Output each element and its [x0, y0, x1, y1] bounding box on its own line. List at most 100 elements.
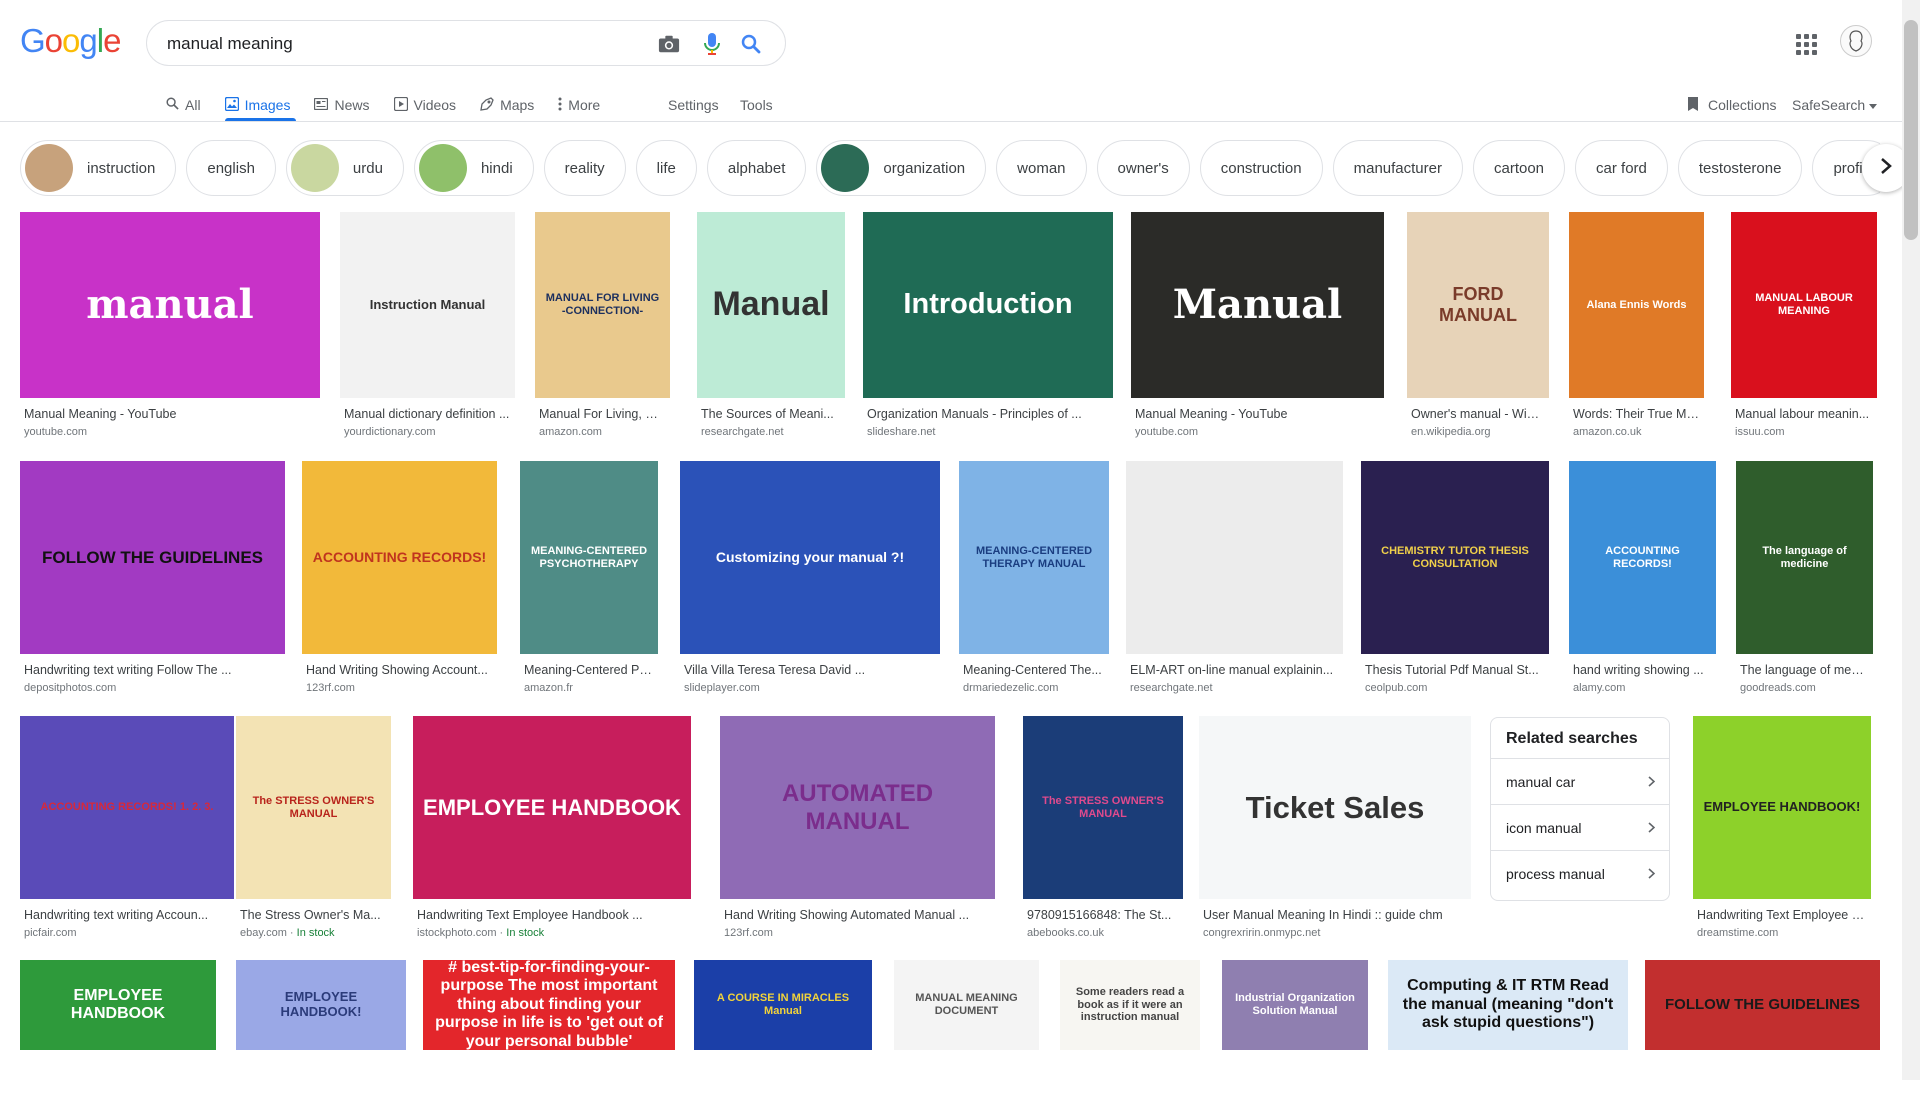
result-thumbnail[interactable]: FORD MANUAL: [1407, 212, 1549, 398]
chip-organization[interactable]: organization: [816, 140, 987, 196]
tab-news[interactable]: News: [314, 89, 381, 121]
result-thumbnail[interactable]: A COURSE IN MIRACLES Manual: [694, 960, 872, 1050]
image-result[interactable]: Ticket Sales User Manual Meaning In Hindi…: [1199, 716, 1471, 943]
microphone-icon[interactable]: [700, 32, 724, 56]
chip-alphabet[interactable]: alphabet: [706, 140, 807, 196]
image-result[interactable]: MANUAL MEANING DOCUMENT: [894, 960, 1039, 1094]
result-title[interactable]: ELM-ART on-line manual explainin...: [1130, 663, 1339, 677]
result-thumbnail[interactable]: EMPLOYEE HANDBOOK!: [236, 960, 406, 1050]
result-title[interactable]: Handwriting text writing Accoun...: [24, 908, 230, 922]
image-result[interactable]: AUTOMATED MANUAL Hand Writing Showing Aut…: [720, 716, 995, 943]
result-title[interactable]: The Sources of Meani...: [701, 407, 841, 421]
avatar[interactable]: [1840, 25, 1872, 57]
result-thumbnail[interactable]: Customizing your manual ?!: [680, 461, 940, 654]
result-thumbnail[interactable]: Manual: [697, 212, 845, 398]
chip-hindi[interactable]: hindi: [413, 140, 534, 196]
chip-instruction[interactable]: instruction: [20, 140, 177, 196]
tab-more[interactable]: More: [558, 89, 612, 121]
result-title[interactable]: The language of medi...: [1740, 663, 1869, 677]
search-input[interactable]: [167, 32, 627, 56]
image-result[interactable]: ACCOUNTING RECORDS! 1. 2. 3. Handwriting …: [20, 716, 234, 943]
image-result[interactable]: FOLLOW THE GUIDELINES: [1645, 960, 1880, 1094]
result-title[interactable]: User Manual Meaning In Hindi :: guide ch…: [1203, 908, 1467, 922]
google-logo[interactable]: Google: [20, 22, 121, 60]
result-thumbnail[interactable]: FOLLOW THE GUIDELINES: [1645, 960, 1880, 1050]
result-title[interactable]: Owner's manual - Wiki...: [1411, 407, 1545, 421]
image-result[interactable]: Customizing your manual ?! Villa Villa Te…: [680, 461, 940, 698]
image-result[interactable]: EMPLOYEE HANDBOOK Handwriting Text Employ…: [413, 716, 691, 943]
chip-urdu[interactable]: urdu: [285, 140, 404, 196]
image-result[interactable]: Some readers read a book as if it were a…: [1060, 960, 1200, 1094]
apps-grid-icon[interactable]: [1794, 32, 1818, 56]
result-thumbnail[interactable]: Manual: [1131, 212, 1384, 398]
result-thumbnail[interactable]: # best-tip-for-finding-your-purpose The …: [423, 960, 675, 1050]
result-thumbnail[interactable]: Introduction: [863, 212, 1113, 398]
result-title[interactable]: Meaning-Centered The...: [963, 663, 1105, 677]
result-thumbnail[interactable]: Instruction Manual: [340, 212, 515, 398]
result-title[interactable]: Manual dictionary definition ...: [344, 407, 511, 421]
image-result[interactable]: EMPLOYEE HANDBOOK!: [236, 960, 406, 1094]
image-result[interactable]: manual Manual Meaning - YouTube youtube.co…: [20, 212, 320, 442]
chip-owner-s[interactable]: owner's: [1096, 140, 1190, 196]
result-title[interactable]: The Stress Owner's Ma...: [240, 908, 387, 922]
result-thumbnail[interactable]: EMPLOYEE HANDBOOK: [413, 716, 691, 899]
result-thumbnail[interactable]: The language of medicine: [1736, 461, 1873, 654]
result-title[interactable]: Handwriting text writing Follow The ...: [24, 663, 281, 677]
result-title[interactable]: Handwriting Text Employee H...: [1697, 908, 1867, 922]
tab-all[interactable]: All: [166, 89, 213, 121]
result-thumbnail[interactable]: ACCOUNTING RECORDS! 1. 2. 3.: [20, 716, 234, 899]
image-result[interactable]: Manual Manual Meaning - YouTube youtube.co…: [1131, 212, 1384, 442]
image-result[interactable]: MANUAL FOR LIVING -CONNECTION- Manual For…: [535, 212, 670, 442]
result-thumbnail[interactable]: FOLLOW THE GUIDELINES: [20, 461, 285, 654]
chip-reality[interactable]: reality: [543, 140, 626, 196]
image-result[interactable]: EMPLOYEE HANDBOOK: [20, 960, 216, 1094]
camera-icon[interactable]: [657, 32, 681, 56]
scrollbar-thumb[interactable]: [1904, 20, 1918, 240]
collections-button[interactable]: Collections: [1686, 89, 1776, 121]
result-thumbnail[interactable]: AUTOMATED MANUAL: [720, 716, 995, 899]
image-result[interactable]: ACCOUNTING RECORDS! Hand Writing Showing …: [302, 461, 497, 698]
image-result[interactable]: The STRESS OWNER'S MANUAL The Stress Owne…: [236, 716, 391, 943]
result-title[interactable]: Words: Their True Me...: [1573, 407, 1700, 421]
result-thumbnail[interactable]: Computing & IT RTM Read the manual (mean…: [1388, 960, 1628, 1050]
image-result[interactable]: MEANING-CENTERED PSYCHOTHERAPY Meaning-Ce…: [520, 461, 658, 698]
result-thumbnail[interactable]: EMPLOYEE HANDBOOK: [20, 960, 216, 1050]
settings-link[interactable]: Settings: [668, 89, 719, 121]
result-thumbnail[interactable]: MANUAL FOR LIVING -CONNECTION-: [535, 212, 670, 398]
result-thumbnail[interactable]: MANUAL LABOUR MEANING: [1731, 212, 1877, 398]
related-search-item[interactable]: icon manual: [1491, 805, 1669, 851]
result-title[interactable]: Manual For Living, Bo...: [539, 407, 666, 421]
tools-link[interactable]: Tools: [740, 89, 773, 121]
image-result[interactable]: CHEMISTRY TUTOR THESIS CONSULTATION Thesi…: [1361, 461, 1549, 698]
result-thumbnail[interactable]: Ticket Sales: [1199, 716, 1471, 899]
result-thumbnail[interactable]: [1126, 461, 1343, 654]
image-result[interactable]: MANUAL LABOUR MEANING Manual labour meani…: [1731, 212, 1877, 442]
chip-car-ford[interactable]: car ford: [1575, 140, 1668, 196]
result-thumbnail[interactable]: Some readers read a book as if it were a…: [1060, 960, 1200, 1050]
result-title[interactable]: Manual Meaning - YouTube: [24, 407, 316, 421]
tab-maps[interactable]: Maps: [480, 89, 546, 121]
search-icon[interactable]: [739, 32, 763, 56]
result-thumbnail[interactable]: The STRESS OWNER'S MANUAL: [1023, 716, 1183, 899]
related-search-item[interactable]: manual car: [1491, 759, 1669, 805]
chip-manufacturer[interactable]: manufacturer: [1332, 140, 1463, 196]
image-result[interactable]: Alana Ennis Words Words: Their True Me...…: [1569, 212, 1704, 442]
result-thumbnail[interactable]: ACCOUNTING RECORDS!: [1569, 461, 1716, 654]
result-title[interactable]: hand writing showing ...: [1573, 663, 1712, 677]
image-result[interactable]: # best-tip-for-finding-your-purpose The …: [423, 960, 675, 1094]
related-search-item[interactable]: process manual: [1491, 851, 1669, 897]
image-result[interactable]: ACCOUNTING RECORDS! hand writing showing …: [1569, 461, 1716, 698]
image-result[interactable]: Instruction Manual Manual dictionary defi…: [340, 212, 515, 442]
image-result[interactable]: The STRESS OWNER'S MANUAL 9780915166848: …: [1023, 716, 1183, 943]
image-result[interactable]: Industrial Organization Solution Manual: [1222, 960, 1368, 1094]
image-result[interactable]: ELM-ART on-line manual explainin... resea…: [1126, 461, 1343, 698]
image-result[interactable]: Computing & IT RTM Read the manual (mean…: [1388, 960, 1628, 1094]
result-thumbnail[interactable]: CHEMISTRY TUTOR THESIS CONSULTATION: [1361, 461, 1549, 654]
result-thumbnail[interactable]: manual: [20, 212, 320, 398]
image-result[interactable]: Introduction Organization Manuals - Princ…: [863, 212, 1113, 442]
chip-cartoon[interactable]: cartoon: [1472, 140, 1566, 196]
result-title[interactable]: 9780915166848: The St...: [1027, 908, 1179, 922]
image-result[interactable]: FORD MANUAL Owner's manual - Wiki... en.wi…: [1407, 212, 1549, 442]
image-result[interactable]: A COURSE IN MIRACLES Manual: [694, 960, 872, 1094]
result-thumbnail[interactable]: EMPLOYEE HANDBOOK!: [1693, 716, 1871, 899]
